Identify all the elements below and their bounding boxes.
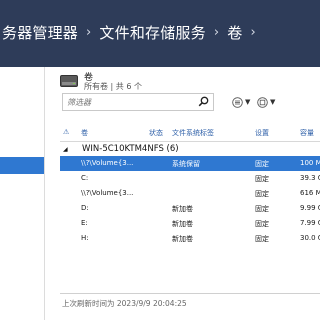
table-row[interactable]: H: 新加卷 固定 30.0 G <box>60 231 320 246</box>
cell-fs-label: 新加卷 <box>172 220 193 228</box>
table-row[interactable]: D: 新加卷 固定 9.99 G <box>60 201 320 216</box>
column-setting[interactable]: 设置 <box>255 128 269 138</box>
cell-capacity: 9.99 G <box>300 204 320 212</box>
cell-capacity: 616 M <box>300 189 320 197</box>
left-navigation <box>0 67 45 320</box>
breadcrumb-file-storage-services[interactable]: 文件和存储服务 <box>97 22 207 43</box>
cell-volume: D: <box>81 204 89 212</box>
footer-divider <box>60 293 320 294</box>
breadcrumb-separator: › <box>213 24 220 40</box>
cell-setting: 固定 <box>255 175 269 183</box>
cell-setting: 固定 <box>255 190 269 198</box>
cell-volume: E: <box>81 219 88 227</box>
cell-fs-label: 系统保留 <box>172 160 200 168</box>
filter-input[interactable] <box>67 96 187 108</box>
volumes-subtitle: 所有卷 | 共 6 个 <box>84 82 142 91</box>
title-bar: 务器管理器 › 文件和存储服务 › 卷 › <box>0 0 320 67</box>
column-volume[interactable]: 卷 <box>81 128 88 138</box>
cell-setting: 固定 <box>255 205 269 213</box>
breadcrumb-separator: › <box>86 24 92 40</box>
search-icon[interactable] <box>198 96 209 107</box>
cell-capacity: 30.0 G <box>300 234 320 242</box>
breadcrumb-server-manager[interactable]: 务器管理器 <box>0 22 80 43</box>
cell-capacity: 39.3 G <box>300 174 320 182</box>
table-row[interactable]: \\?\Volume{3... 固定 616 M <box>60 186 320 201</box>
cell-capacity: 7.99 G <box>300 219 320 227</box>
server-group-label: WIN-5C10KTM4NFS (6) <box>82 144 179 154</box>
list-view-options-button[interactable]: ▼ <box>232 95 250 109</box>
breadcrumb-separator: › <box>250 24 256 40</box>
cell-fs-label: 新加卷 <box>172 205 193 213</box>
column-status[interactable]: 状态 <box>149 128 163 138</box>
cell-fs-label: 新加卷 <box>172 235 193 243</box>
chevron-down-icon: ▼ <box>245 98 251 106</box>
table-row[interactable]: C: 固定 39.3 G <box>60 171 320 186</box>
table-row[interactable]: E: 新加卷 固定 7.99 G <box>60 216 320 231</box>
table-row[interactable]: \\?\Volume{3... 系统保留 固定 100 M <box>60 156 320 171</box>
filter-box <box>62 93 214 111</box>
table-header: ⚠ 卷 状态 文件系统标签 设置 容量 <box>60 124 320 142</box>
volumes-panel: 卷 所有卷 | 共 6 个 ▼ ▼ ⚠ 卷 状态 文件系统标签 设置 <box>45 67 320 320</box>
cell-volume: C: <box>81 174 89 182</box>
column-capacity[interactable]: 容量 <box>300 128 314 138</box>
nav-item-volumes-selected[interactable] <box>0 157 44 174</box>
cell-setting: 固定 <box>255 160 269 168</box>
save-query-button[interactable]: ▼ <box>257 95 275 109</box>
drive-icon <box>60 75 78 87</box>
breadcrumb: 务器管理器 › 文件和存储服务 › 卷 › <box>0 20 262 44</box>
cell-volume: \\?\Volume{3... <box>81 189 134 197</box>
server-group-row[interactable]: ◢ WIN-5C10KTM4NFS (6) <box>60 142 320 156</box>
breadcrumb-volumes[interactable]: 卷 <box>225 22 244 43</box>
collapse-triangle-icon[interactable]: ◢ <box>63 146 68 153</box>
warning-column-icon[interactable]: ⚠ <box>63 128 69 136</box>
cell-volume: \\?\Volume{3... <box>81 159 134 167</box>
volumes-table: ⚠ 卷 状态 文件系统标签 设置 容量 ◢ WIN-5C10KTM4NFS (6… <box>60 124 320 246</box>
column-fs-label[interactable]: 文件系统标签 <box>172 128 214 138</box>
cell-capacity: 100 M <box>300 159 320 167</box>
cell-setting: 固定 <box>255 235 269 243</box>
cell-volume: H: <box>81 234 89 242</box>
list-options-icon <box>232 96 243 108</box>
last-refreshed-status: 上次刷新时间为 2023/9/9 20:04:25 <box>62 299 187 308</box>
save-query-icon <box>257 96 268 108</box>
cell-setting: 固定 <box>255 220 269 228</box>
chevron-down-icon: ▼ <box>270 98 276 106</box>
volumes-header: 卷 所有卷 | 共 6 个 <box>60 70 315 94</box>
